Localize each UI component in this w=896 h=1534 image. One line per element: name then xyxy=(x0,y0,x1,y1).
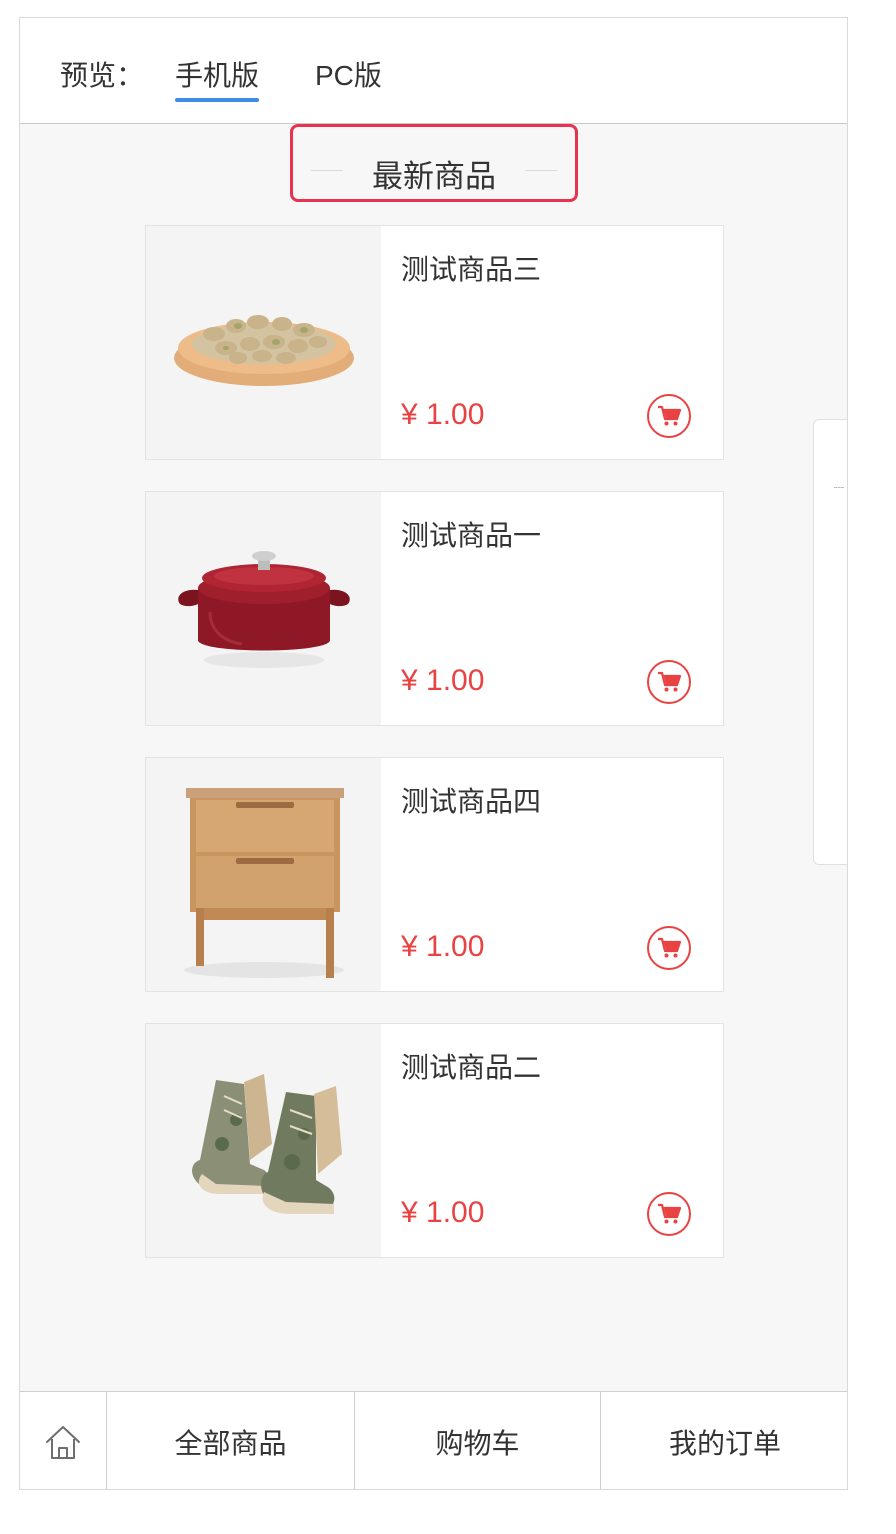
product-image-pistachio[interactable] xyxy=(146,226,381,459)
cart-icon xyxy=(658,1203,681,1224)
add-to-cart-button[interactable] xyxy=(647,660,691,704)
product-card[interactable]: 测试商品三 ¥ 1.00 xyxy=(145,225,724,460)
tab-pc[interactable]: PC版 xyxy=(315,54,382,94)
cart-icon xyxy=(658,671,681,692)
nav-home[interactable] xyxy=(20,1392,107,1489)
product-image-boots[interactable] xyxy=(146,1024,381,1257)
product-price: ¥ 1.00 xyxy=(401,664,485,697)
side-panel[interactable] xyxy=(813,419,847,865)
side-panel-dash xyxy=(834,487,844,489)
section-title-box: 最新商品 xyxy=(290,124,578,202)
nav-all-products[interactable]: 全部商品 xyxy=(107,1392,355,1489)
nav-my-orders[interactable]: 我的订单 xyxy=(601,1392,847,1489)
add-to-cart-button[interactable] xyxy=(647,394,691,438)
add-to-cart-button[interactable] xyxy=(647,926,691,970)
product-image-nightstand[interactable] xyxy=(146,758,381,991)
product-name[interactable]: 测试商品一 xyxy=(401,514,541,554)
title-divider-right xyxy=(525,170,557,171)
product-card[interactable]: 测试商品二 ¥ 1.00 xyxy=(145,1023,724,1258)
mobile-preview-frame: 预览： 手机版 PC版 最新商品 测试商品三 ¥ 1.00 测试商品一 ¥ 1.… xyxy=(19,17,848,1490)
product-price: ¥ 1.00 xyxy=(401,398,485,431)
product-name[interactable]: 测试商品三 xyxy=(401,248,541,288)
product-name[interactable]: 测试商品四 xyxy=(401,780,541,820)
home-icon xyxy=(46,1425,80,1459)
preview-header: 预览： 手机版 PC版 xyxy=(20,18,847,124)
preview-label: 预览： xyxy=(60,60,145,91)
product-price: ¥ 1.00 xyxy=(401,930,485,963)
section-title: 最新商品 xyxy=(372,159,496,194)
nav-cart[interactable]: 购物车 xyxy=(355,1392,601,1489)
product-image-pot[interactable] xyxy=(146,492,381,725)
product-card[interactable]: 测试商品四 ¥ 1.00 xyxy=(145,757,724,992)
tab-mobile[interactable]: 手机版 xyxy=(175,54,260,102)
cart-icon xyxy=(658,937,681,958)
product-name[interactable]: 测试商品二 xyxy=(401,1046,541,1086)
add-to-cart-button[interactable] xyxy=(647,1192,691,1236)
product-price: ¥ 1.00 xyxy=(401,1196,485,1229)
product-card[interactable]: 测试商品一 ¥ 1.00 xyxy=(145,491,724,726)
bottom-nav: 全部商品 购物车 我的订单 xyxy=(20,1391,847,1489)
cart-icon xyxy=(658,405,681,426)
